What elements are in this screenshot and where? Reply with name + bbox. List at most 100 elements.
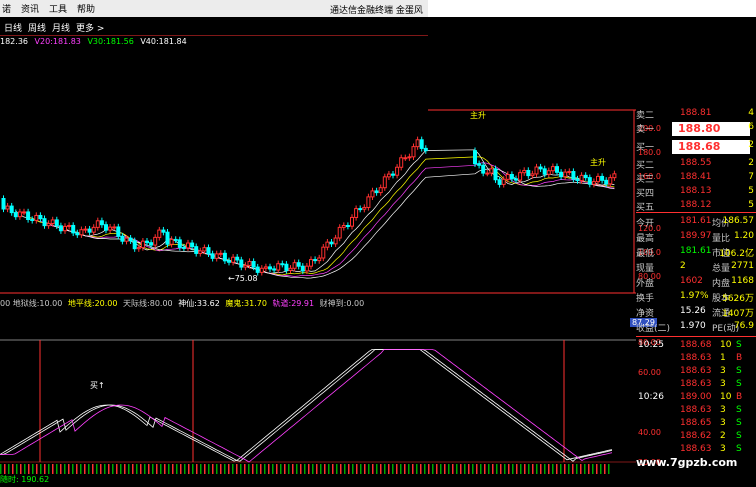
volume-bar — [300, 464, 302, 474]
candle-body — [161, 229, 166, 233]
candle-body — [218, 252, 223, 255]
tick-time: 10:26 — [638, 392, 664, 402]
candle-body — [67, 224, 72, 227]
tick-row: 188.63 3 S — [636, 405, 756, 417]
menu-item-tools[interactable]: 工具 — [49, 2, 67, 15]
candle-body — [58, 225, 63, 232]
volume-bar — [444, 464, 446, 474]
orderbook-buy3[interactable]: 买三 188.41 7 — [636, 172, 756, 185]
stat-label: 总量 — [712, 264, 731, 274]
stat-label: 外盘 — [636, 279, 655, 289]
candle-body — [415, 139, 420, 148]
candle-body — [263, 266, 268, 269]
volume-bar — [56, 464, 58, 474]
candle-body — [276, 263, 281, 271]
volume-bar — [380, 464, 382, 474]
candle-body — [128, 237, 133, 242]
tab-daily[interactable]: 日线 — [4, 21, 22, 34]
orderbook-row-partial[interactable]: 卖二 188.81 4 — [636, 108, 756, 121]
candle-body — [325, 241, 330, 248]
volume-bar — [452, 464, 454, 474]
candle-body — [239, 259, 244, 268]
candle-body — [575, 178, 580, 182]
menu-item-info[interactable]: 资讯 — [21, 2, 39, 15]
stat-value: 1.970 — [680, 321, 706, 331]
volume-bar — [376, 464, 378, 474]
indicator-chart[interactable]: 买↑ — [0, 310, 636, 475]
tab-more[interactable]: 更多 > — [76, 21, 104, 34]
candle-body — [46, 222, 51, 227]
volume-bar — [28, 464, 30, 474]
stat-value: 181.61 — [680, 216, 712, 226]
tick-side: S — [736, 431, 742, 441]
volume-bar — [128, 464, 130, 474]
candle-body — [145, 240, 149, 244]
low-marker: ←75.08 — [228, 274, 258, 283]
candle-body — [313, 259, 318, 262]
candle-body — [403, 157, 408, 160]
tick-volume: 3 — [720, 366, 726, 376]
volume-bar — [384, 464, 386, 474]
volume-bar — [120, 464, 122, 474]
candle-body — [75, 232, 80, 236]
stat-value: 15.26 — [680, 306, 706, 316]
volume-bar — [340, 464, 342, 474]
candle-body — [153, 236, 158, 246]
tab-monthly[interactable]: 月线 — [52, 21, 70, 34]
stat-row: 净资 15.26 流通 1407万 — [636, 306, 756, 319]
candle-body — [120, 235, 125, 242]
volume-bar — [332, 464, 334, 474]
volume-bar — [360, 464, 362, 474]
volume-bar — [304, 464, 306, 474]
tab-weekly[interactable]: 周线 — [28, 21, 46, 34]
stat-row: 今开 181.61 均价 186.57 — [636, 216, 756, 229]
volume-bar — [248, 464, 250, 474]
exit-label-1: 主升 — [470, 110, 486, 120]
volume-bar — [500, 464, 502, 474]
candle-body — [288, 267, 293, 271]
candle-body — [567, 171, 572, 174]
app-title: 通达信金融终端 金蛋风电 — [330, 6, 423, 29]
volume-bar — [204, 464, 206, 474]
tick-volume: 3 — [720, 379, 726, 389]
candle-body — [423, 147, 428, 152]
volume-bar — [100, 464, 102, 474]
candle-body — [366, 196, 371, 208]
candle-body — [194, 246, 199, 254]
volume-bar — [416, 464, 418, 474]
volume-bar — [272, 464, 274, 474]
volume-bar — [372, 464, 374, 474]
candle-body — [345, 225, 350, 228]
orderbook-buy2[interactable]: 买二 188.55 2 — [636, 158, 756, 171]
menu-item-help[interactable]: 帮助 — [77, 2, 95, 15]
tick-side: B — [736, 392, 743, 402]
candle-body — [268, 266, 272, 270]
volume-bar — [236, 464, 238, 474]
orderbook-buy1[interactable]: 买一 188.68 2 — [636, 140, 756, 154]
volume-bar — [388, 464, 390, 474]
orderbook-buy4[interactable]: 买四 188.13 5 — [636, 186, 756, 199]
volume-bar — [256, 464, 258, 474]
volume-bar — [260, 464, 262, 474]
volume-bar — [172, 464, 174, 474]
candle-body — [497, 179, 502, 185]
candle-body — [272, 268, 277, 271]
candle-body — [243, 264, 248, 268]
candle-body — [309, 259, 313, 267]
volume-bar — [36, 464, 38, 474]
candle-body — [317, 257, 322, 262]
tick-price: 188.62 — [680, 431, 712, 441]
orderbook-buy5[interactable]: 买五 188.12 5 — [636, 200, 756, 213]
candlestick-chart[interactable]: ←75.08 主升 主升 — [0, 35, 636, 295]
candle-body — [169, 238, 174, 245]
volume-bar — [484, 464, 486, 474]
tick-price: 188.63 — [680, 353, 712, 363]
tick-side: S — [736, 418, 742, 428]
menu-item-0[interactable]: 诺 — [2, 2, 11, 15]
buy-label: 买↑ — [90, 381, 105, 390]
candle-body — [587, 177, 592, 185]
orderbook-sell1[interactable]: 卖一 188.80 6 — [636, 122, 756, 136]
volume-bar — [144, 464, 146, 474]
stat-row: 最高 189.97 量比 1.20 — [636, 231, 756, 244]
candle-body — [177, 239, 182, 248]
